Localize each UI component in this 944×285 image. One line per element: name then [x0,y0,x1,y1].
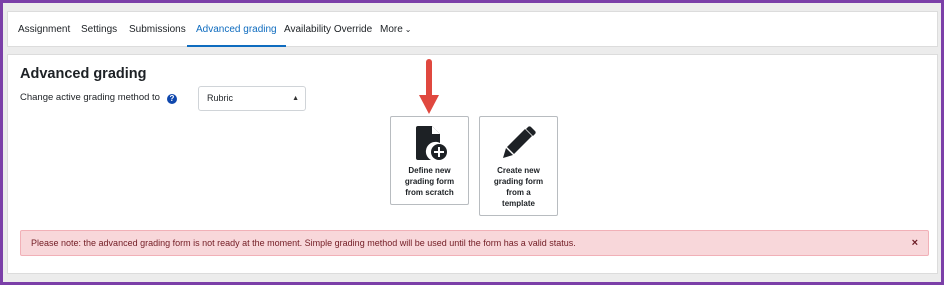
grading-method-label: Change active grading method to [20,92,160,103]
not-ready-alert: Please note: the advanced grading form i… [20,230,929,256]
tab-availability-override[interactable]: Availability Override [275,12,381,47]
grading-method-value: Rubric [207,93,234,103]
define-new-form-button[interactable]: Define new grading form from scratch [390,116,469,205]
tab-advanced-grading[interactable]: Advanced grading [187,12,286,47]
close-icon[interactable]: × [912,231,918,255]
tab-settings[interactable]: Settings [72,12,126,47]
chevron-down-icon: ⌄ [404,25,412,34]
tab-submissions[interactable]: Submissions [120,12,195,47]
tab-assignment[interactable]: Assignment [9,12,79,47]
tab-more[interactable]: More ⌄ [371,12,421,47]
select-caret-icon: ▲ [292,95,299,102]
file-plus-icon [415,126,447,160]
secondary-navigation: Assignment Settings Submissions Advanced… [7,11,938,47]
main-content: Advanced grading Change active grading m… [7,54,938,274]
pencil-icon [502,126,536,158]
create-from-template-label: Create new grading form from a template [493,166,544,208]
page-title: Advanced grading [20,66,147,82]
tab-more-label: More [380,24,403,35]
red-arrow-annotation [419,59,439,114]
question-circle-icon[interactable]: ? [167,94,177,104]
app-frame: Assignment Settings Submissions Advanced… [0,0,944,285]
grading-method-select[interactable]: Rubric ▲ [198,86,306,111]
create-from-template-button[interactable]: Create new grading form from a template [479,116,558,216]
alert-message: Please note: the advanced grading form i… [31,238,576,248]
define-new-form-label: Define new grading form from scratch [404,166,455,197]
